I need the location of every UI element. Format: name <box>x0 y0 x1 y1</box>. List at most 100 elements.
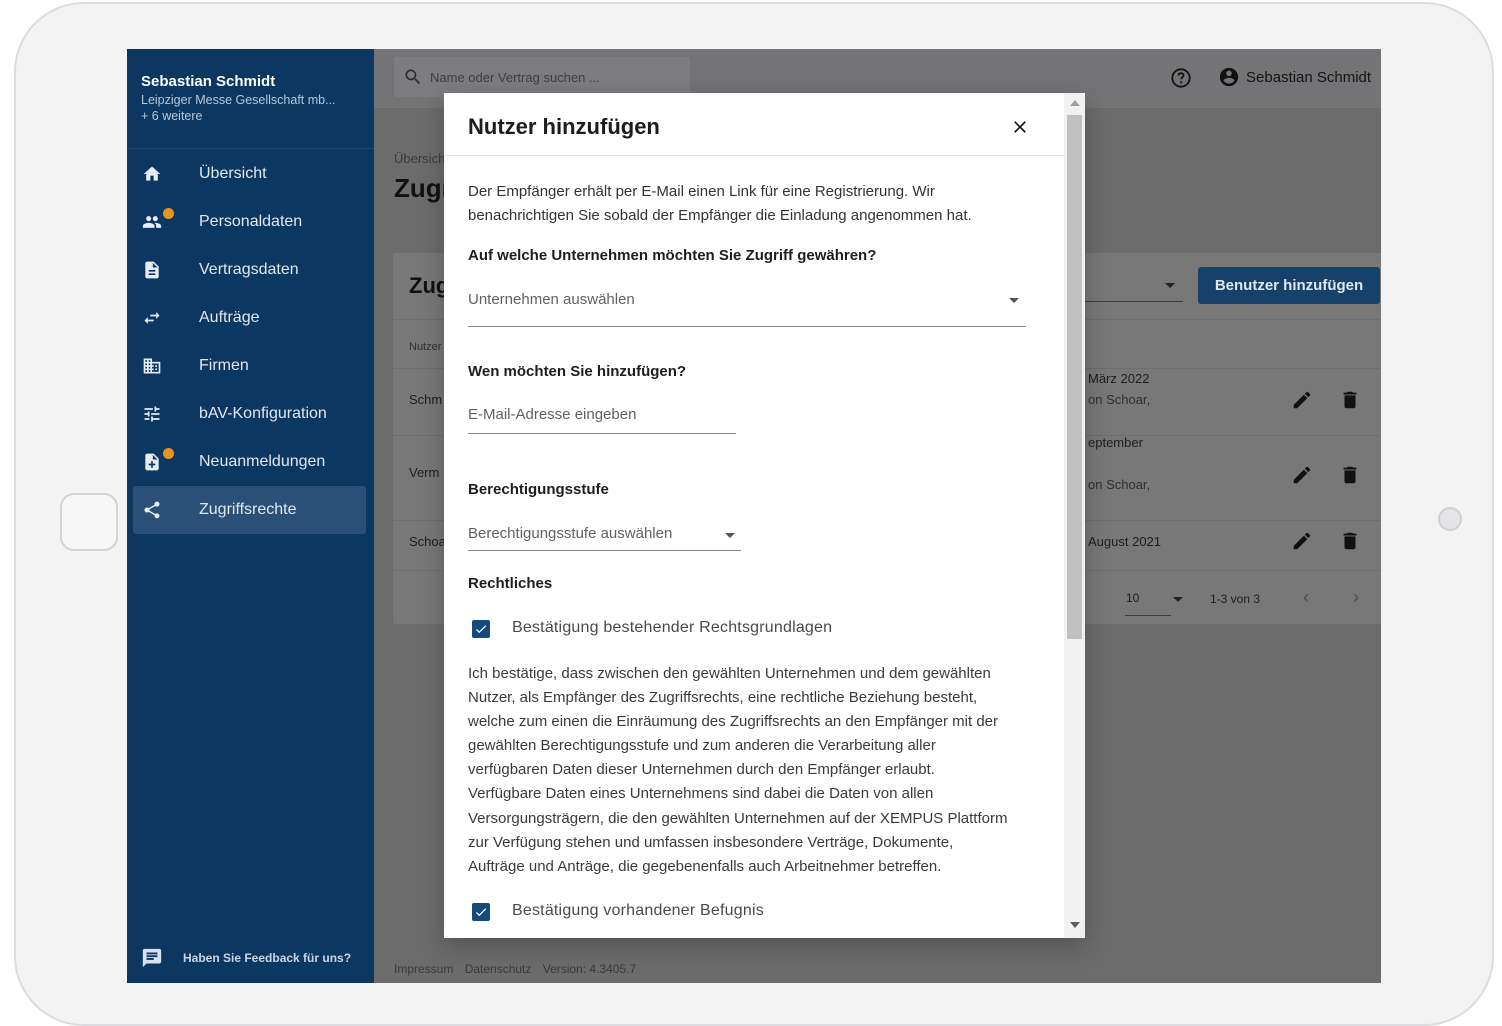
user-menu[interactable]: Sebastian Schmidt <box>1218 66 1371 88</box>
row-user: Schm <box>409 392 443 407</box>
dialog-scrollbar[interactable] <box>1064 93 1085 938</box>
feedback-icon <box>142 948 162 968</box>
email-field[interactable]: E-Mail-Adresse eingeben <box>468 406 636 423</box>
row-date: März 2022 <box>1088 371 1150 386</box>
legal-text-line: Aufträge und Anträge, die gegebenenfalls… <box>468 857 942 875</box>
who-question: Wen möchten Sie hinzufügen? <box>468 363 687 380</box>
sidebar-item-vertragsdaten[interactable]: Vertragsdaten <box>133 246 366 294</box>
edit-icon[interactable] <box>1291 530 1313 552</box>
sidebar-item-label: Vertragsdaten <box>199 261 299 278</box>
sidebar: Sebastian Schmidt Leipziger Messe Gesell… <box>127 49 374 983</box>
sidebar-item-label: Neuanmeldungen <box>199 453 326 470</box>
chevron-left-icon[interactable]: ‹ <box>1303 587 1309 608</box>
feedback-label: Haben Sie Feedback für uns? <box>183 951 352 965</box>
company-select-underline <box>468 326 1026 327</box>
add-user-button[interactable]: Benutzer hinzufügen <box>1198 267 1380 304</box>
sidebar-item-label: Personaldaten <box>199 213 303 230</box>
scroll-down-arrow[interactable] <box>1070 922 1080 928</box>
legal-basis-checkbox[interactable] <box>472 620 490 638</box>
delete-icon[interactable] <box>1339 389 1361 411</box>
sidebar-item-uebersicht[interactable]: Übersicht <box>133 150 366 198</box>
search-placeholder: Name oder Vertrag suchen ... <box>430 69 600 85</box>
row-date: eptember <box>1088 435 1143 450</box>
dialog-title: Nutzer hinzufügen <box>468 114 660 139</box>
scroll-thumb[interactable] <box>1067 115 1082 639</box>
impressum-link[interactable]: Impressum <box>394 962 453 976</box>
authority-label[interactable]: Bestätigung vorhandener Befugnis <box>512 902 764 920</box>
note-add-icon <box>142 452 162 472</box>
feedback-link[interactable]: Haben Sie Feedback für uns? <box>141 947 351 969</box>
dialog-header: Nutzer hinzufügen <box>444 93 1064 156</box>
close-button[interactable] <box>1006 113 1034 141</box>
tune-icon <box>142 404 162 424</box>
legal-text: Ich bestätige, dass zwischen den gewählt… <box>468 662 1048 879</box>
sidebar-item-neuanmeldungen[interactable]: Neuanmeldungen <box>133 438 366 486</box>
sidebar-item-label: Aufträge <box>199 309 260 326</box>
sidebar-company-name: Leipziger Messe Gesellschaft mb... <box>141 93 336 107</box>
row-user: Verm <box>409 465 440 480</box>
page-size-select[interactable]: 10 <box>1126 591 1139 605</box>
chevron-down-icon <box>1009 298 1019 303</box>
sidebar-item-bav-konfiguration[interactable]: bAV-Konfiguration <box>133 390 366 438</box>
dialog-intro-line-1: Der Empfänger erhält per E-Mail einen Li… <box>468 183 935 200</box>
search-box[interactable]: Name oder Vertrag suchen ... <box>394 57 690 97</box>
sidebar-user-block[interactable]: Sebastian Schmidt Leipziger Messe Gesell… <box>141 73 369 123</box>
sidebar-user-name: Sebastian Schmidt <box>141 73 276 90</box>
edit-icon[interactable] <box>1291 464 1313 486</box>
scroll-up-arrow[interactable] <box>1070 100 1080 106</box>
legal-text-line: Verfügbare Daten eines Unternehmens sind… <box>468 785 934 803</box>
email-field-underline <box>468 433 736 434</box>
sidebar-item-auftraege[interactable]: Aufträge <box>133 294 366 342</box>
chevron-right-icon[interactable]: › <box>1353 587 1359 608</box>
authority-checkbox[interactable] <box>472 903 490 921</box>
add-user-dialog: Nutzer hinzufügen Der Empfänger erhält p… <box>444 93 1085 938</box>
page-size-underline <box>1125 615 1171 616</box>
edit-icon[interactable] <box>1291 389 1313 411</box>
footer: Impressum Datenschutz Version: 4.3405.7 <box>394 962 644 976</box>
help-icon[interactable] <box>1170 67 1192 89</box>
permission-select[interactable]: Berechtigungsstufe auswählen <box>468 525 672 542</box>
row-granted-by: on Schoar, <box>1088 392 1151 407</box>
check-icon <box>475 625 487 634</box>
tablet-camera <box>1438 507 1462 531</box>
permission-heading: Berechtigungsstufe <box>468 481 609 498</box>
legal-heading: Rechtliches <box>468 575 553 592</box>
document-icon <box>142 260 162 280</box>
share-icon <box>142 500 162 520</box>
notification-dot <box>163 208 174 219</box>
delete-icon[interactable] <box>1339 530 1361 552</box>
chevron-down-icon <box>1165 283 1175 288</box>
legal-text-line: Nutzer, als Empfänger des Zugriffsrechts… <box>468 689 978 707</box>
check-icon <box>475 908 487 917</box>
card-filter-select[interactable] <box>1083 301 1183 302</box>
sidebar-item-zugriffsrechte[interactable]: Zugriffsrechte <box>133 486 366 534</box>
row-date: August 2021 <box>1088 534 1162 549</box>
dialog-intro-line-2: benachrichtigen Sie sobald der Empfänger… <box>468 207 972 224</box>
version-text: Version: 4.3405.7 <box>542 962 637 976</box>
delete-icon[interactable] <box>1339 464 1361 486</box>
legal-text-line: Versorgungsträgern, die den gewählten Un… <box>468 809 1008 827</box>
breadcrumb[interactable]: Übersich <box>394 151 445 166</box>
sidebar-item-firmen[interactable]: Firmen <box>133 342 366 390</box>
tablet-home-button <box>60 493 118 551</box>
company-question: Auf welche Unternehmen möchten Sie Zugri… <box>468 247 877 264</box>
sidebar-more-companies: + 6 weitere <box>141 109 203 123</box>
sidebar-item-label: Zugriffsrechte <box>199 501 297 518</box>
legal-text-line: zur Verfügung stehen und umfassen insbes… <box>468 833 954 851</box>
datenschutz-link[interactable]: Datenschutz <box>465 962 532 976</box>
legal-text-line: welche zum einen die Einräumung des Zugr… <box>468 713 999 731</box>
building-icon <box>142 356 162 376</box>
company-select[interactable]: Unternehmen auswählen <box>468 291 635 308</box>
legal-basis-label[interactable]: Bestätigung bestehender Rechtsgrundlagen <box>512 619 832 637</box>
sidebar-item-label: bAV-Konfiguration <box>199 405 327 422</box>
sidebar-item-personaldaten[interactable]: Personaldaten <box>133 198 366 246</box>
people-icon <box>142 212 162 232</box>
row-user: Schoa <box>409 534 446 549</box>
search-icon <box>405 69 421 85</box>
close-icon <box>1014 121 1026 133</box>
sidebar-item-label: Übersicht <box>199 165 267 182</box>
column-header-user: Nutzer <box>409 341 442 353</box>
permission-select-underline <box>468 550 741 551</box>
swap-arrows-icon <box>142 308 162 328</box>
page-range: 1-3 von 3 <box>1210 592 1261 606</box>
